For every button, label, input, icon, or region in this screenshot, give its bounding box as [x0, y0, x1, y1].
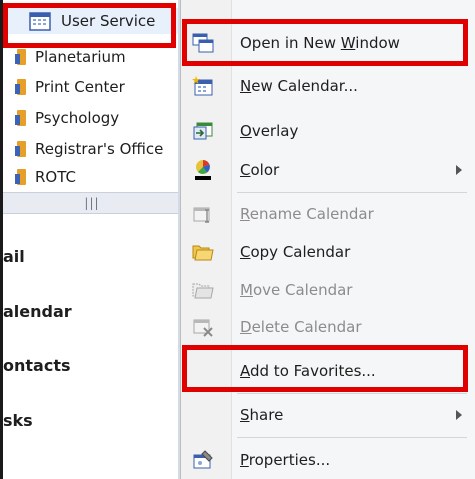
- calendar-folder-icon: [15, 140, 29, 158]
- menu-item-label: Overlay: [240, 122, 299, 140]
- menu-item-add-to-favorites[interactable]: Add to Favorites...: [181, 354, 475, 388]
- menu-item-label: Color: [240, 161, 280, 179]
- calendar-item-planetarium[interactable]: Planetarium: [3, 44, 126, 70]
- context-menu: Open in New Window New Calendar... Overl…: [180, 0, 475, 479]
- menu-item-label: Add to Favorites...: [240, 362, 376, 380]
- new-calendar-icon: [191, 75, 215, 97]
- calendar-item-registrars-office[interactable]: Registrar's Office: [3, 136, 163, 162]
- calendar-item-label: Print Center: [35, 78, 125, 96]
- delete-calendar-icon: [191, 316, 215, 338]
- nav-tasks[interactable]: sks: [3, 398, 181, 442]
- nav-label: alendar: [3, 301, 72, 321]
- menu-item-label: Share: [240, 406, 284, 424]
- menu-item-label: Move Calendar: [240, 281, 353, 299]
- menu-item-label: Copy Calendar: [240, 243, 351, 261]
- calendar-item-label: Psychology: [35, 109, 120, 127]
- new-window-icon: [191, 32, 215, 54]
- overlay-icon: [191, 120, 215, 142]
- menu-separator: [237, 349, 467, 350]
- calendar-item-user-service[interactable]: User Service: [3, 8, 181, 34]
- menu-item-open-in-new-window[interactable]: Open in New Window: [181, 26, 475, 60]
- calendar-item-rotc[interactable]: ROTC: [3, 166, 76, 188]
- calendar-item-label: Planetarium: [35, 48, 126, 66]
- menu-item-label: New Calendar...: [240, 77, 358, 95]
- nav-calendar[interactable]: alendar: [3, 289, 181, 333]
- color-icon: [191, 159, 215, 181]
- nav-label: sks: [3, 410, 33, 430]
- rename-icon: [191, 203, 215, 225]
- menu-item-share[interactable]: Share: [181, 398, 475, 432]
- navigation-pane: User Service Planetarium Print Center Ps…: [0, 0, 181, 479]
- menu-item-copy-calendar[interactable]: Copy Calendar: [181, 235, 475, 269]
- menu-item-new-calendar[interactable]: New Calendar...: [181, 69, 475, 103]
- submenu-arrow-icon: [456, 165, 462, 175]
- menu-item-label: Delete Calendar: [240, 318, 362, 336]
- menu-separator: [237, 437, 467, 438]
- nav-mail[interactable]: ail: [3, 234, 181, 278]
- calendar-item-label: Registrar's Office: [35, 140, 164, 158]
- nav-label: ontacts: [3, 355, 71, 375]
- submenu-arrow-icon: [456, 410, 462, 420]
- menu-separator: [237, 192, 467, 193]
- menu-item-label: Rename Calendar: [240, 205, 374, 223]
- menu-item-color[interactable]: Color: [181, 153, 475, 187]
- nav-contacts[interactable]: ontacts: [3, 343, 181, 387]
- move-calendar-icon: [191, 279, 215, 301]
- menu-item-label: Open in New Window: [240, 34, 400, 52]
- properties-icon: [191, 449, 215, 471]
- calendar-folder-icon: [15, 109, 29, 127]
- menu-item-properties[interactable]: Properties...: [181, 443, 475, 477]
- calendar-folder-icon: [15, 168, 29, 186]
- splitter-grip: |||: [84, 196, 100, 210]
- calendar-folder-icon: [15, 78, 29, 96]
- menu-item-rename-calendar: Rename Calendar: [181, 197, 475, 231]
- pane-splitter[interactable]: |||: [3, 192, 181, 214]
- copy-calendar-icon: [191, 241, 215, 263]
- nav-label: ail: [3, 246, 25, 266]
- menu-item-overlay[interactable]: Overlay: [181, 114, 475, 148]
- menu-item-move-calendar: Move Calendar: [181, 273, 475, 307]
- calendar-item-label: ROTC: [35, 168, 76, 186]
- calendar-item-psychology[interactable]: Psychology: [3, 105, 119, 131]
- menu-item-label: Properties...: [240, 451, 331, 469]
- menu-item-delete-calendar: Delete Calendar: [181, 310, 475, 344]
- calendar-folder-icon: [15, 48, 29, 66]
- calendar-item-label: User Service: [61, 12, 156, 30]
- calendar-icon: [29, 11, 51, 31]
- calendar-list: User Service Planetarium Print Center Ps…: [3, 0, 181, 196]
- menu-separator: [237, 393, 467, 394]
- calendar-item-print-center[interactable]: Print Center: [3, 74, 125, 100]
